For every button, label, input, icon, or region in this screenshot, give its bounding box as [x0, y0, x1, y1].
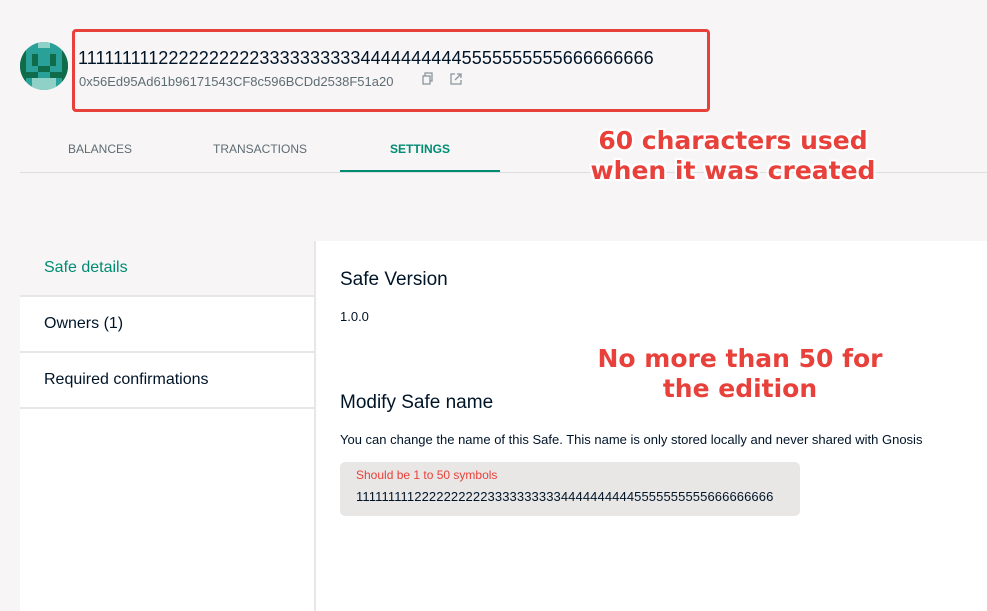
modify-safe-name-description: You can change the name of this Safe. Th… [340, 432, 923, 447]
tab-balances[interactable]: BALANCES [20, 128, 180, 172]
header-highlight-box [72, 29, 710, 112]
safe-identicon-avatar [20, 42, 68, 90]
annotation-edition-note: No more than 50 for the edition [585, 344, 895, 404]
annotation-created-line-2: when it was created [590, 156, 876, 185]
settings-sidebar: Safe details Owners (1) Required confirm… [20, 241, 316, 611]
tab-transactions[interactable]: TRANSACTIONS [180, 128, 340, 172]
tab-settings[interactable]: SETTINGS [340, 128, 500, 172]
safe-name: 1111111112222222222333333333344444444445… [78, 48, 654, 68]
menu-item-owners[interactable]: Owners (1) [20, 297, 314, 353]
safe-version-title: Safe Version [340, 269, 448, 290]
safe-version-value: 1.0.0 [340, 309, 369, 324]
safe-details-panel: Safe Version 1.0.0 Modify Safe name You … [316, 241, 987, 611]
menu-item-required-confirmations[interactable]: Required confirmations [20, 353, 314, 409]
annotation-edition-line-1: No more than 50 for [597, 344, 883, 373]
modify-safe-name-title: Modify Safe name [340, 392, 494, 413]
annotation-edition-line-2: the edition [662, 374, 818, 403]
safe-name-input[interactable]: Should be 1 to 50 symbols 11111111122222… [340, 462, 800, 516]
copy-icon[interactable] [421, 72, 435, 86]
menu-item-safe-details[interactable]: Safe details [20, 241, 314, 297]
annotation-created-line-1: 60 characters used [598, 126, 868, 155]
safe-name-error: Should be 1 to 50 symbols [356, 468, 498, 482]
annotation-created-note: 60 characters used when it was created [575, 126, 891, 186]
external-link-icon[interactable] [449, 72, 463, 86]
safe-name-input-value[interactable]: 1111111112222222222333333333344444444445… [356, 489, 784, 504]
safe-address: 0x56Ed95Ad61b96171543CF8c596BCDd2538F51a… [79, 74, 394, 89]
